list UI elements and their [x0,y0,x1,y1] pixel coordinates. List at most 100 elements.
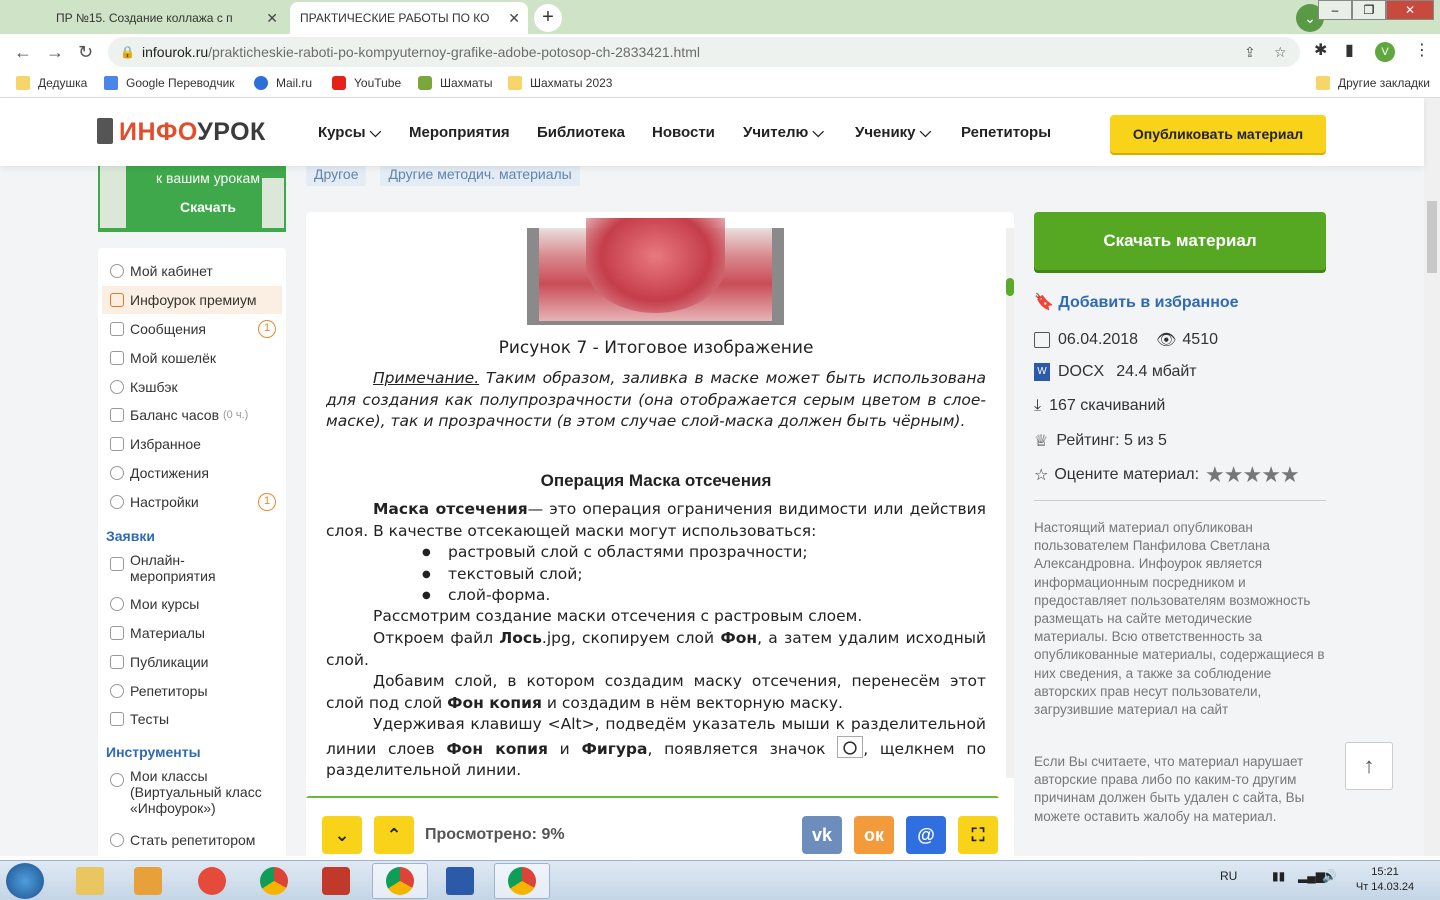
reload-icon[interactable]: ↻ [78,42,93,63]
bookmark-chess[interactable]: Шахматы [418,76,492,90]
minimize-button[interactable]: – [1318,0,1352,20]
tab-collage[interactable]: ПР №15. Создание коллажа с п ✕ [46,2,286,144]
signal-icon[interactable]: ▂▄▆ [1298,869,1325,883]
paragraph-text: и [547,739,582,758]
viewer-scrollbar[interactable] [1006,228,1014,778]
system-clock[interactable]: 15:21 Чт 14.03.24 [1350,865,1420,895]
bookmark-chess-2023[interactable]: Шахматы 2023 [508,76,612,90]
sidebar-item-cabinet[interactable]: Мой кабинет [102,257,282,285]
bookmark-dedushka[interactable]: Дедушка [16,76,87,90]
sidebar-item-label: Сообщения [130,321,206,337]
sidebar-item-my-classes[interactable]: Мои классы (Виртуальный класс «Инфоурок»… [102,766,282,822]
share-ok-button[interactable]: ок [854,816,894,854]
close-tab-icon[interactable]: ✕ [508,10,520,27]
new-tab-button[interactable]: + [534,4,562,32]
share-vk-button[interactable]: vk [802,816,842,854]
sidebar-item-online-events[interactable]: Онлайн-мероприятия [102,550,282,586]
bookmark-youtube[interactable]: YouTube [332,76,401,90]
bookmark-other[interactable]: Другие закладки [1316,76,1430,90]
nav-events[interactable]: Мероприятия [409,124,510,141]
address-bar[interactable]: 🔒 infourok.ru/prakticheskie-raboti-po-ko… [108,37,1300,67]
sidebar-item-tests[interactable]: Тесты [102,705,282,733]
bold-term: Фон [720,629,758,647]
sidebar-item-publications[interactable]: Публикации [102,648,282,676]
taskbar-powerpoint[interactable] [308,863,364,899]
bold-term: Лось [499,629,542,647]
sidebar-item-cashback[interactable]: Кэшбэк [102,373,282,401]
nav-library[interactable]: Библиотека [537,124,625,141]
publish-material-button[interactable]: Опубликовать материал [1110,115,1326,153]
extensions-puzzle-icon[interactable]: ✱ [1314,40,1327,60]
page-scrollbar[interactable] [1424,98,1440,856]
profile-avatar[interactable]: V [1375,42,1395,62]
nav-news[interactable]: Новости [652,124,715,141]
tab-pinned[interactable] [4,2,42,144]
rating-stars[interactable]: ★★★★★ [1205,462,1300,488]
download-material-button[interactable]: Скачать материал [1034,212,1326,270]
sidebar-item-hours[interactable]: Баланс часов (0 ч.) [102,401,282,429]
sidebar-item-become-tutor[interactable]: Стать репетитором [102,826,282,854]
taskbar-chrome-active[interactable] [494,863,550,899]
views-count: 4510 [1182,331,1218,348]
sidebar-item-settings[interactable]: Настройки 1 [102,488,282,516]
sidebar-item-premium[interactable]: Инфоурок премиум [102,286,282,314]
bold-term: Фон копия [447,693,542,712]
share-mailru-button[interactable]: @ [906,816,946,854]
sidebar-item-favorites[interactable]: Избранное [102,430,282,458]
scroll-down-button[interactable]: ⌄ [322,816,362,854]
scroll-up-button[interactable]: ⌃ [374,816,414,854]
nav-teacher[interactable]: Учителю ⌵ [743,124,824,141]
format-row: W DOCX 24.4 мбайт [1034,363,1197,381]
sidebar-item-my-courses[interactable]: Мои курсы [102,590,282,618]
taskbar-chrome[interactable] [246,863,302,899]
sidebar-item-achievements[interactable]: Достижения [102,459,282,487]
taskbar-chrome-profile[interactable] [372,863,428,899]
close-tab-icon[interactable]: ✕ [266,10,278,27]
bookmark-google-translate[interactable]: Google Переводчик [104,76,235,90]
definition-paragraph: Маска отсечения— это операция ограничени… [326,499,986,542]
promo-banner[interactable]: к вашим урокам Скачать [98,166,286,232]
scroll-to-top-button[interactable]: ↑ [1345,742,1393,790]
share-icon[interactable]: ⇪ [1244,37,1256,67]
fullscreen-button[interactable]: ⛶ [958,816,998,854]
forward-arrow-icon[interactable]: → [46,42,64,63]
bold-term: Фон копия [446,739,548,758]
tag-other[interactable]: Другое [306,166,367,186]
taskbar-yandex[interactable] [184,863,240,899]
paragraph: Рассмотрим создание маски отсечения с ра… [326,606,986,628]
side-panel-icon[interactable]: ▮ [1345,40,1354,60]
people-icon [110,684,124,698]
sidebar-item-label: Тесты [130,711,170,727]
page-scroll-thumb[interactable] [1427,201,1437,273]
nav-tutors[interactable]: Репетиторы [961,124,1051,141]
bookmark-star-icon[interactable]: ☆ [1274,37,1287,67]
promo-download-button[interactable]: Скачать [128,199,288,215]
sidebar-item-tutors[interactable]: Репетиторы [102,677,282,705]
taskbar-word[interactable] [432,863,488,899]
courses-icon [110,597,124,611]
tab-active-practical-works[interactable]: ПРАКТИЧЕСКИЕ РАБОТЫ ПО КО ✕ [290,2,528,144]
nav-courses[interactable]: Курсы ⌵ [318,124,381,141]
infourok-logo[interactable]: ИНФОУРОК [97,118,266,147]
maximize-button[interactable]: ❐ [1352,0,1386,20]
network-icon[interactable]: ▮▮ [1272,869,1285,883]
downloads-row: ⤓ 167 скачиваний [1034,397,1165,415]
taskbar-media-player[interactable] [120,863,176,899]
chevron-down-icon: ⌵ [812,124,824,141]
sidebar-item-messages[interactable]: Сообщения 1 [102,315,282,343]
sidebar-item-wallet[interactable]: Мой кошелёк [102,344,282,372]
bookmark-mailru[interactable]: Mail.ru [254,76,312,90]
browser-menu-icon[interactable]: ⋮ [1414,40,1430,60]
sidebar-item-label: Материалы [130,625,205,641]
windows-start-button[interactable] [6,863,44,899]
taskbar-explorer[interactable] [62,863,118,899]
close-window-button[interactable]: ✕ [1386,0,1434,20]
viewer-scroll-thumb[interactable] [1006,278,1014,296]
sidebar-item-materials[interactable]: Материалы [102,619,282,647]
volume-icon[interactable]: 🔊 [1322,869,1337,883]
language-indicator[interactable]: RU [1220,869,1237,883]
back-arrow-icon[interactable]: ← [14,42,32,63]
add-to-favorites-link[interactable]: 🔖 Добавить в избранное [1034,292,1239,312]
tag-other-methodical[interactable]: Другие методич. материалы [380,166,580,186]
nav-student[interactable]: Ученику ⌵ [855,124,931,141]
